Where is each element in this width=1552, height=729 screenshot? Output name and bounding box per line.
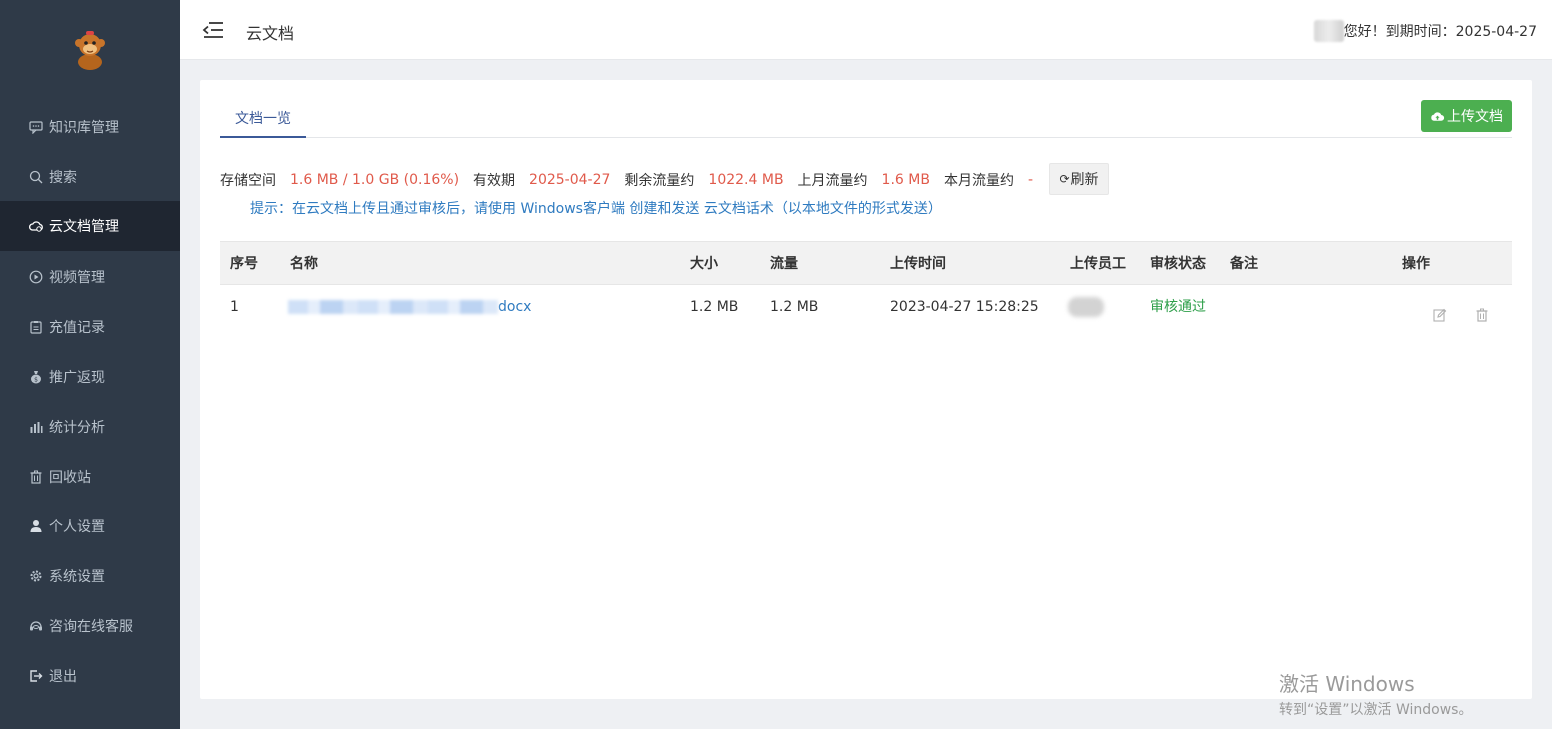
sidebar-item-support[interactable]: 咨询在线客服 [0,601,180,651]
trash-icon [28,470,43,485]
menu-collapse-icon[interactable] [202,20,224,40]
sidebar-item-recharge[interactable]: 充值记录 [0,302,180,352]
sidebar-item-label: 推广返现 [49,370,105,386]
sidebar-item-label: 系统设置 [49,569,105,585]
upload-label: 上传文档 [1447,109,1503,125]
watermark-line2: 转到“设置”以激活 Windows。 [1279,702,1473,718]
row-index: 1 [230,299,239,315]
col-index: 序号 [230,256,258,272]
file-extension: docx [498,299,532,315]
play-icon [28,270,43,285]
money-bag-icon: $ [28,370,43,385]
sidebar-item-label: 云文档管理 [49,219,119,235]
sidebar-item-video[interactable]: 视频管理 [0,252,180,302]
search-icon [28,170,43,185]
col-review-status: 审核状态 [1150,256,1206,272]
sidebar-item-profile[interactable]: 个人设置 [0,501,180,551]
sidebar-item-logout[interactable]: 退出 [0,651,180,701]
storage-label: 存储空间 [220,173,276,189]
row-traffic: 1.2 MB [770,299,819,315]
delete-icon[interactable] [1474,307,1490,323]
remaining-traffic-label: 剩余流量约 [624,173,695,189]
sidebar-item-label: 知识库管理 [49,120,119,136]
redacted-filename [288,300,498,314]
sidebar-item-recycle-bin[interactable]: 回收站 [0,452,180,502]
row-review-status: 审核通过 [1150,299,1206,315]
col-upload-time: 上传时间 [890,256,946,272]
table-header: 序号 名称 大小 流量 上传时间 上传员工 审核状态 备注 操作 [220,241,1512,285]
col-name: 名称 [290,256,318,272]
col-size: 大小 [690,256,718,272]
row-size: 1.2 MB [690,299,739,315]
sidebar-item-label: 退出 [49,669,77,685]
row-upload-time: 2023-04-27 15:28:25 [890,299,1039,315]
content-panel: 文档一览 上传文档 存储空间 1.6 MB / 1.0 GB (0.16%) 有… [200,80,1532,699]
cloud-icon [28,219,43,234]
col-uploader: 上传员工 [1070,256,1126,272]
refresh-button[interactable]: ⟳ 刷新 [1049,163,1109,195]
headset-icon [28,619,43,634]
row-uploader [1068,285,1104,329]
logout-icon [28,669,43,684]
user-icon [28,519,43,534]
sidebar-item-cloud-docs[interactable]: 云文档管理 [0,201,180,251]
sidebar-item-label: 咨询在线客服 [49,619,133,635]
page-title: 云文档 [246,24,295,43]
col-actions: 操作 [1402,256,1430,272]
documents-table: 序号 名称 大小 流量 上传时间 上传员工 审核状态 备注 操作 1 docx … [220,241,1512,329]
hint-text: 提示：在云文档上传且通过审核后，请使用 Windows客户端 创建和发送 云文档… [250,201,942,217]
chat-icon [28,120,43,135]
windows-activation-watermark: 激活 Windows 转到“设置”以激活 Windows。 [1279,668,1472,719]
table-row: 1 docx 1.2 MB 1.2 MB 2023-04-27 15:28:25… [220,285,1512,329]
watermark-line1: 激活 Windows [1279,672,1415,696]
redacted-uploader [1068,297,1104,317]
sidebar-item-system-settings[interactable]: 系统设置 [0,551,180,601]
last-month-traffic-value: 1.6 MB [881,172,930,188]
sidebar-item-label: 搜索 [49,170,77,186]
tab-document-list[interactable]: 文档一览 [220,100,306,138]
sidebar-item-label: 回收站 [49,470,91,486]
svg-text:$: $ [34,377,38,384]
storage-value: 1.6 MB / 1.0 GB (0.16%) [290,172,460,188]
expiry-value: 2025-04-27 [529,172,611,188]
this-month-traffic-value: - [1027,172,1034,188]
tab-bar: 文档一览 [220,100,1512,138]
sidebar-item-promotion[interactable]: $ 推广返现 [0,352,180,402]
edit-icon[interactable] [1432,307,1448,323]
refresh-icon: ⟳ [1059,172,1070,186]
sidebar-item-label: 充值记录 [49,320,105,336]
sidebar-item-label: 统计分析 [49,420,105,436]
upload-document-button[interactable]: 上传文档 [1421,100,1512,132]
refresh-label: 刷新 [1070,172,1099,188]
expiry-greeting: 您好！到期时间：2025-04-27 [1343,24,1537,40]
sidebar-item-knowledge-base[interactable]: 知识库管理 [0,102,180,152]
col-traffic: 流量 [770,256,798,272]
user-info[interactable]: 您好！到期时间：2025-04-27 [1313,20,1537,42]
remaining-traffic-value: 1022.4 MB [708,172,784,188]
this-month-traffic-label: 本月流量约 [943,173,1014,189]
bar-chart-icon [28,420,43,435]
sidebar: 知识库管理 搜索 云文档管理 视频管理 充值记录 $ 推广返现 统计分析 回收站… [0,0,180,729]
sidebar-item-search[interactable]: 搜索 [0,152,180,202]
sidebar-item-label: 个人设置 [49,519,105,535]
col-note: 备注 [1230,256,1258,272]
expiry-label: 有效期 [473,173,516,189]
top-header: 云文档 您好！到期时间：2025-04-27 [180,0,1552,60]
avatar [1313,20,1344,42]
file-name-link[interactable]: docx [288,285,531,329]
monkey-logo [70,28,110,72]
sidebar-item-label: 视频管理 [49,270,105,286]
storage-stats: 存储空间 1.6 MB / 1.0 GB (0.16%) 有效期 2025-04… [220,170,1047,190]
clipboard-icon [28,320,43,335]
sidebar-item-statistics[interactable]: 统计分析 [0,402,180,452]
cloud-upload-icon [1431,111,1445,121]
last-month-traffic-label: 上月流量约 [797,173,868,189]
gear-icon [28,569,43,584]
